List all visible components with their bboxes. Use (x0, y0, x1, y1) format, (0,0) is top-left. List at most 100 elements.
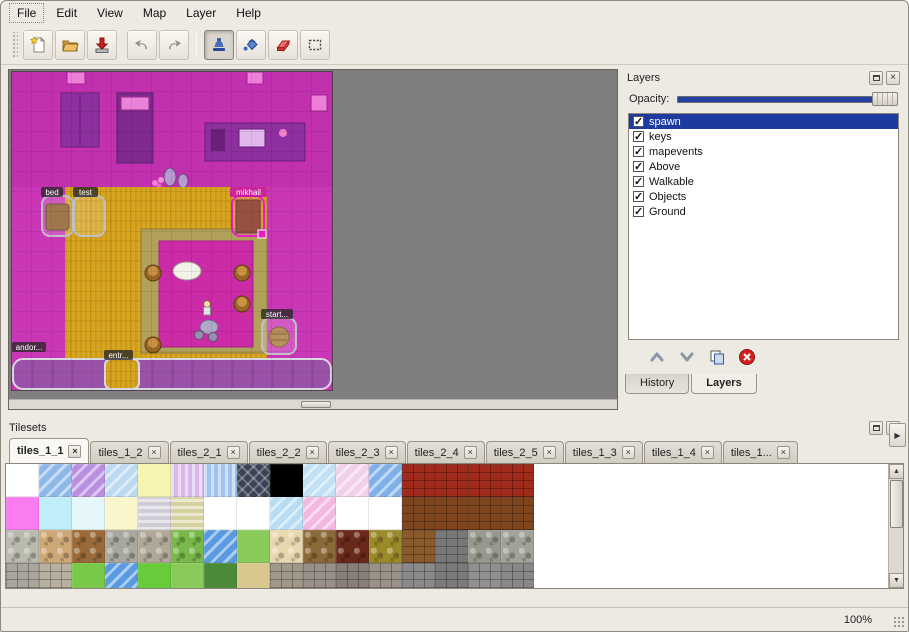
tileset-tab-tiles_2_5[interactable]: tiles_2_5× (486, 441, 564, 463)
tileset-tile[interactable] (39, 464, 72, 497)
opacity-slider-track[interactable] (677, 96, 898, 103)
raise-layer-button[interactable] (647, 347, 667, 367)
layer-visibility-checkbox[interactable] (633, 191, 644, 202)
tileset-tile[interactable] (72, 530, 105, 563)
tileset-tile[interactable] (468, 563, 501, 589)
tileset-tile[interactable] (72, 464, 105, 497)
tileset-tile[interactable] (369, 464, 402, 497)
tab-scroll-right-icon[interactable]: ▶ (889, 423, 906, 447)
tileset-tile[interactable] (435, 530, 468, 563)
layer-row-above[interactable]: Above (629, 159, 898, 174)
tileset-tile[interactable] (303, 497, 336, 530)
layers-close-button[interactable]: × (886, 71, 900, 85)
tileset-tile[interactable] (402, 563, 435, 589)
tileset-tab-tiles_2_2[interactable]: tiles_2_2× (249, 441, 327, 463)
layer-visibility-checkbox[interactable] (633, 176, 644, 187)
menu-view[interactable]: View (89, 3, 131, 23)
tileset-tile[interactable] (501, 464, 534, 497)
tab-close-icon[interactable]: × (622, 446, 635, 459)
tileset-tab-tiles_1_1[interactable]: tiles_1_1× (9, 438, 89, 463)
layer-row-mapevents[interactable]: mapevents (629, 144, 898, 159)
resize-grip[interactable] (893, 616, 905, 628)
tileset-tile[interactable] (6, 563, 39, 589)
tab-close-icon[interactable]: × (68, 445, 81, 458)
tileset-tile[interactable] (204, 464, 237, 497)
tileset-tile[interactable] (171, 497, 204, 530)
tab-close-icon[interactable]: × (385, 446, 398, 459)
menu-map[interactable]: Map (135, 3, 174, 23)
map-tiles[interactable]: bed test mikhail start... entr... andor.… (11, 71, 333, 391)
map-horizontal-scrollbar[interactable] (9, 399, 617, 409)
tileset-tile[interactable] (105, 530, 138, 563)
tileset-vertical-scrollbar[interactable]: ▲ ▼ (888, 464, 903, 588)
tab-close-icon[interactable]: × (464, 446, 477, 459)
tab-layers[interactable]: Layers (691, 374, 756, 394)
lower-layer-button[interactable] (677, 347, 697, 367)
tileset-tile[interactable] (468, 464, 501, 497)
menu-edit[interactable]: Edit (48, 3, 85, 23)
tileset-tile[interactable] (39, 563, 72, 589)
tileset-tab-tiles_1_4[interactable]: tiles_1_4× (644, 441, 722, 463)
opacity-slider-handle[interactable] (872, 92, 898, 106)
tab-close-icon[interactable]: × (543, 446, 556, 459)
tileset-tile[interactable] (336, 497, 369, 530)
tileset-tab-tiles_1_5[interactable]: tiles_1...× (723, 441, 798, 463)
map-hscroll-thumb[interactable] (301, 401, 331, 408)
menu-layer[interactable]: Layer (178, 3, 224, 23)
layer-visibility-checkbox[interactable] (633, 161, 644, 172)
tileset-tile[interactable] (468, 497, 501, 530)
tileset-tile[interactable] (270, 530, 303, 563)
tileset-tile[interactable] (237, 497, 270, 530)
opacity-slider[interactable] (677, 92, 898, 106)
tileset-tile[interactable] (369, 497, 402, 530)
tab-close-icon[interactable]: × (227, 446, 240, 459)
tileset-view[interactable]: ▲ ▼ (5, 463, 904, 589)
layer-row-spawn[interactable]: spawn (629, 114, 898, 129)
tileset-tab-tiles_1_2[interactable]: tiles_1_2× (90, 441, 168, 463)
new-file-button[interactable] (23, 30, 53, 60)
tileset-tile[interactable] (468, 530, 501, 563)
map-view[interactable]: bed test mikhail start... entr... andor.… (8, 69, 618, 410)
tileset-tile[interactable] (171, 530, 204, 563)
tileset-tile[interactable] (138, 497, 171, 530)
layer-row-objects[interactable]: Objects (629, 189, 898, 204)
tileset-tab-tiles_2_4[interactable]: tiles_2_4× (407, 441, 485, 463)
tileset-tile[interactable] (435, 497, 468, 530)
open-file-button[interactable] (55, 30, 85, 60)
rect-select-tool-button[interactable] (300, 30, 330, 60)
save-file-button[interactable] (87, 30, 117, 60)
tileset-tile[interactable] (39, 530, 72, 563)
tileset-tile[interactable] (171, 563, 204, 589)
tileset-tile[interactable] (72, 497, 105, 530)
tileset-tab-tiles_2_3[interactable]: tiles_2_3× (328, 441, 406, 463)
tileset-tab-tiles_2_1[interactable]: tiles_2_1× (170, 441, 248, 463)
tileset-tile[interactable] (138, 464, 171, 497)
tab-close-icon[interactable]: × (777, 446, 790, 459)
layers-float-button[interactable] (869, 71, 883, 85)
layer-visibility-checkbox[interactable] (633, 116, 644, 127)
tileset-tile[interactable] (6, 530, 39, 563)
tileset-vscroll-thumb[interactable] (890, 480, 903, 528)
tileset-tile[interactable] (204, 530, 237, 563)
toolbar-drag-handle[interactable] (11, 32, 18, 58)
tileset-tab-tiles_1_3[interactable]: tiles_1_3× (565, 441, 643, 463)
tileset-tile[interactable] (237, 563, 270, 589)
scroll-down-icon[interactable]: ▼ (889, 573, 904, 588)
tileset-tile[interactable] (336, 563, 369, 589)
bucket-fill-tool-button[interactable] (236, 30, 266, 60)
tileset-tile[interactable] (39, 497, 72, 530)
tileset-tile[interactable] (435, 563, 468, 589)
tileset-tile[interactable] (105, 563, 138, 589)
tileset-tile[interactable] (204, 563, 237, 589)
tileset-tile[interactable] (204, 497, 237, 530)
tileset-tile[interactable] (303, 563, 336, 589)
tileset-tile[interactable] (336, 530, 369, 563)
tileset-tile[interactable] (369, 563, 402, 589)
tileset-tile[interactable] (105, 497, 138, 530)
tileset-tile[interactable] (138, 563, 171, 589)
tileset-tile[interactable] (435, 464, 468, 497)
duplicate-layer-button[interactable] (707, 347, 727, 367)
tileset-tile[interactable] (402, 464, 435, 497)
layer-row-keys[interactable]: keys (629, 129, 898, 144)
tileset-tile[interactable] (138, 530, 171, 563)
